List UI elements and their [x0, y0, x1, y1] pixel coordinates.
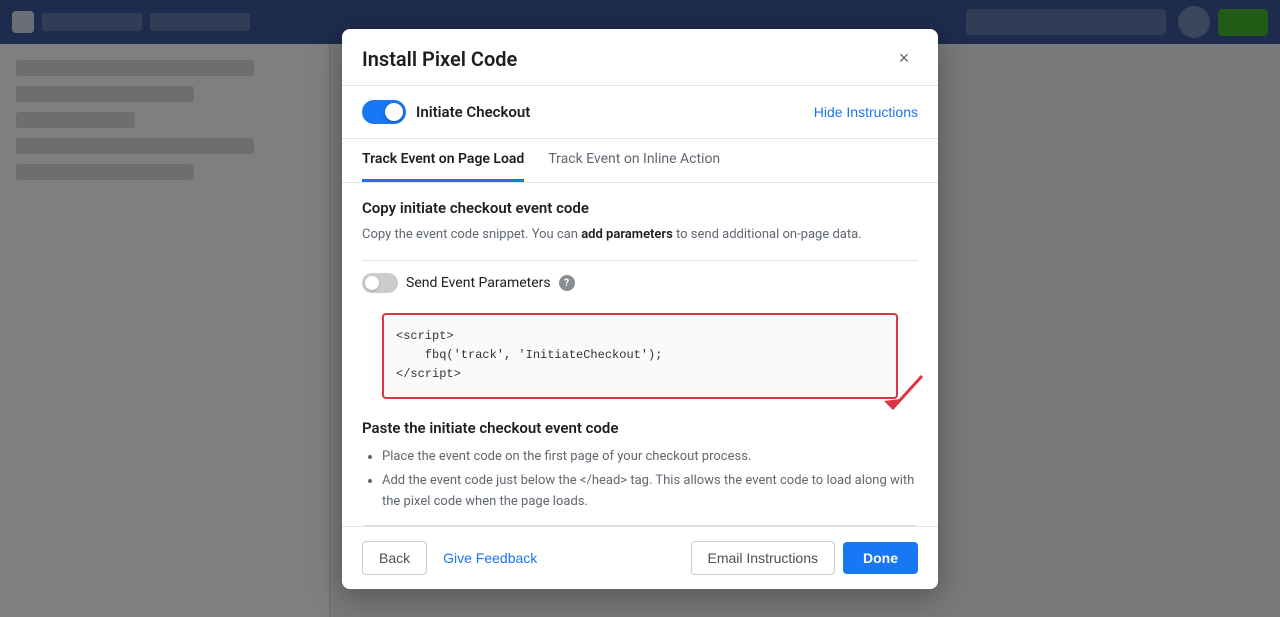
- paste-section-title: Paste the initiate checkout event code: [362, 419, 918, 437]
- hide-instructions-button[interactable]: Hide Instructions: [814, 104, 918, 120]
- back-button[interactable]: Back: [362, 541, 427, 575]
- code-snippet-box[interactable]: <script> fbq('track', 'InitiateCheckout'…: [382, 313, 898, 399]
- footer-right: Email Instructions Done: [691, 541, 918, 575]
- modal-body: Initiate Checkout Hide Instructions Trac…: [342, 86, 938, 526]
- copy-section-desc: Copy the event code snippet. You can add…: [362, 225, 918, 245]
- modal-overlay: Install Pixel Code × Initiate Checkout H…: [0, 0, 1280, 617]
- modal-title: Install Pixel Code: [362, 47, 517, 71]
- send-params-label: Send Event Parameters: [406, 275, 551, 291]
- done-button[interactable]: Done: [843, 542, 918, 574]
- give-feedback-button[interactable]: Give Feedback: [443, 550, 537, 566]
- toggle-label: Initiate Checkout: [416, 103, 530, 121]
- copy-desc-suffix: to send additional on-page data.: [673, 227, 862, 242]
- paste-bullet-list: Place the event code on the first page o…: [362, 447, 918, 513]
- tab-track-inline-action[interactable]: Track Event on Inline Action: [548, 139, 720, 182]
- copy-desc-prefix: Copy the event code snippet. You can: [362, 227, 581, 242]
- close-icon: ×: [899, 48, 910, 69]
- info-icon[interactable]: ?: [559, 275, 575, 291]
- code-line-3: </script>: [396, 367, 461, 381]
- send-params-slider: [362, 273, 398, 293]
- copy-section: Copy initiate checkout event code Copy t…: [342, 183, 938, 261]
- toggle-slider: [362, 100, 406, 124]
- tab-track-page-load[interactable]: Track Event on Page Load: [362, 139, 524, 182]
- modal-footer: Back Give Feedback Email Instructions Do…: [342, 526, 938, 589]
- param-toggle-row: Send Event Parameters ?: [342, 261, 938, 305]
- tabs-row: Track Event on Page Load Track Event on …: [342, 139, 938, 183]
- modal-header: Install Pixel Code ×: [342, 29, 938, 86]
- footer-left: Back Give Feedback: [362, 541, 537, 575]
- code-line-1: <script>: [396, 329, 454, 343]
- paste-bullet-2: Add the event code just below the </head…: [382, 471, 918, 513]
- paste-section: Paste the initiate checkout event code P…: [342, 407, 938, 526]
- paste-bullet-1: Place the event code on the first page o…: [382, 447, 918, 468]
- toggle-group: Initiate Checkout: [362, 100, 530, 124]
- copy-section-title: Copy initiate checkout event code: [362, 199, 918, 217]
- email-instructions-button[interactable]: Email Instructions: [691, 541, 835, 575]
- modal-close-button[interactable]: ×: [890, 45, 918, 73]
- copy-desc-link: add parameters: [581, 227, 673, 242]
- code-snippet-container: <script> fbq('track', 'InitiateCheckout'…: [362, 313, 918, 399]
- toggle-row: Initiate Checkout Hide Instructions: [342, 86, 938, 139]
- initiate-checkout-toggle[interactable]: [362, 100, 406, 124]
- install-pixel-modal: Install Pixel Code × Initiate Checkout H…: [342, 29, 938, 589]
- code-line-2: fbq('track', 'InitiateCheckout');: [396, 348, 662, 362]
- send-params-toggle[interactable]: [362, 273, 398, 293]
